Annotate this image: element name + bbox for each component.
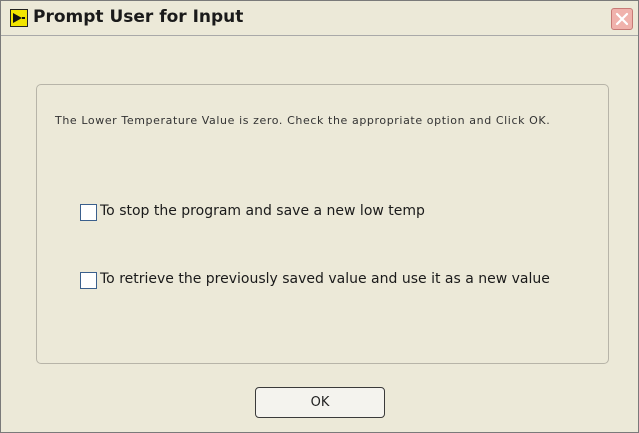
retrieve-value-checkbox[interactable]	[80, 272, 97, 289]
close-button[interactable]	[611, 8, 633, 30]
option-stop-program[interactable]: To stop the program and save a new low t…	[80, 203, 500, 226]
stop-program-label[interactable]: To stop the program and save a new low t…	[100, 203, 425, 219]
dialog-window: Prompt User for Input The Lower Temperat…	[0, 0, 639, 433]
app-icon	[10, 9, 28, 27]
stop-program-checkbox[interactable]	[80, 204, 97, 221]
window-title: Prompt User for Input	[33, 7, 244, 27]
close-icon	[615, 12, 629, 26]
prompt-message: The Lower Temperature Value is zero. Che…	[55, 114, 551, 127]
option-retrieve-value[interactable]: To retrieve the previously saved value a…	[80, 271, 600, 294]
retrieve-value-label[interactable]: To retrieve the previously saved value a…	[100, 271, 550, 287]
title-bar[interactable]: Prompt User for Input	[1, 1, 638, 36]
ok-button[interactable]: OK	[255, 387, 385, 418]
